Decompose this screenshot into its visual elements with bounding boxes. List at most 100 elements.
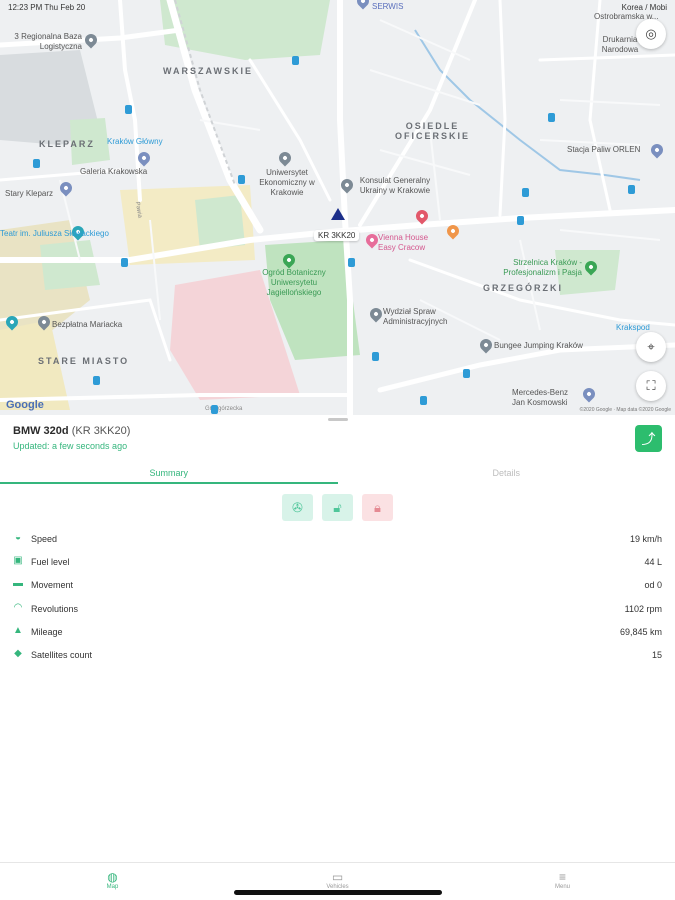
bus-stop-icon [238,175,245,184]
metric-value: od 0 [644,580,662,591]
nav-map[interactable]: ◍ Map [0,863,225,900]
engine-button[interactable]: ✇ [282,494,313,521]
metric-row: ▬ Movement od 0 [0,574,675,597]
sheet-tabs: Summary Details [0,460,675,484]
google-logo: Google [6,399,44,411]
layers-icon: ◎ [645,26,657,41]
bus-stop-icon [372,352,379,361]
satellite-icon: ◆ [14,647,22,659]
place-label: Bezpłatna Mariacka [52,320,123,329]
place-label: SERWIS [372,2,404,11]
lock-icon: 🔒︎ [374,499,381,515]
lock-button[interactable]: 🔒︎ [362,494,393,521]
bus-stop-icon [548,113,555,122]
status-indicators: Korea / Mobi [621,3,667,12]
place-label: Bungee Jumping Kraków [494,341,583,350]
place-label: Kraków Główny [107,137,163,146]
place-label: Konsulat Generalny Ukrainy w Krakowie [359,176,431,195]
vehicle-actions: ✇ 🔓︎ 🔒︎ [282,494,393,521]
place-label: Mercedes-Benz Jan Kosmowski [512,388,569,407]
unlock-button[interactable]: 🔓︎ [322,494,353,521]
metric-value: 15 [651,649,662,660]
bus-stop-icon [33,159,40,168]
bus-stop-icon [522,188,529,197]
metric-label: Movement [31,580,74,591]
metric-label: Satellites count [31,649,93,660]
district-label: STARE MIASTO [38,356,130,366]
tab-summary[interactable]: Summary [0,460,338,484]
district-label: KLEPARZ [39,139,95,149]
metrics-list: ◒ Speed 19 km/h ▣ Fuel level 44 L ▬ Move… [0,528,675,667]
metric-label: Speed [31,534,58,544]
crosshair-icon: ⌖ [647,339,655,354]
metric-label: Fuel level [31,557,70,568]
fuel-icon: ▣ [13,555,23,567]
road-icon: ▲ [13,624,23,636]
my-location-button[interactable]: ⌖ [636,332,666,362]
tab-details[interactable]: Details [338,460,675,484]
metric-label: Revolutions [31,603,79,614]
car-icon: ▬ [13,578,23,590]
bus-stop-icon [292,56,299,65]
district-label: OSIEDLE OFICERSKIE [395,121,471,141]
map-view[interactable]: WARSZAWSKIE OSIEDLE OFICERSKIE KLEPARZ G… [0,0,675,415]
bus-stop-icon [121,258,128,267]
bus-stop-icon [93,376,100,385]
place-label: Strzelnica Kraków - Profesjonalizm i Pas… [503,258,582,277]
bus-stop-icon [517,216,524,225]
place-label: Teatr im. Juliusza Słowackiego [0,229,109,238]
gauge-icon: ◠ [13,601,23,613]
vehicle-marker-icon[interactable] [331,208,345,220]
district-label: WARSZAWSKIE [163,66,254,76]
place-label: Ogród Botaniczny Uniwersytetu Jagiellońs… [262,268,326,297]
metric-value: 1102 rpm [624,603,662,614]
metric-row: ▲ Mileage 69,845 km [0,621,675,644]
layers-button[interactable]: ◎ [636,19,666,49]
place-label: 3 Regionalna Baza Logistyczna [14,32,82,51]
place-label: Vienna House Easy Cracow [378,233,429,252]
metric-row: ▣ Fuel level 44 L [0,551,675,574]
vehicle-name: BMW 320d [13,425,69,437]
bus-stop-icon [125,105,132,114]
place-label: Galeria Krakowska [80,167,148,176]
fit-bounds-button[interactable]: ⛶ [636,371,666,401]
metric-value: 69,845 km [619,626,662,637]
bus-stop-icon [420,396,427,405]
route-icon: ⤴ [641,430,656,447]
metric-value: 19 km/h [629,534,662,544]
focus-icon: ⛶ [646,378,656,393]
vehicle-icon: ▭ [331,870,344,884]
place-label: Krakspod [616,323,650,332]
vehicle-plate: (KR 3KK20) [71,425,131,437]
nav-menu[interactable]: ≡ Menu [450,863,675,900]
metric-row: ◠ Revolutions 1102 rpm [0,598,675,621]
bus-stop-icon [628,185,635,194]
metric-value: 44 L [644,557,662,568]
bus-stop-icon [211,405,218,414]
metric-label: Mileage [31,626,63,637]
updated-timestamp: Updated: a few seconds ago [13,441,128,451]
metric-row: ◒ Speed 19 km/h [0,528,675,551]
vehicle-plate-tag[interactable]: KR 3KK20 [314,230,360,241]
map-attribution[interactable]: ©2020 Google · Map data ©2020 Google [580,407,671,413]
metric-row: ◆ Satellites count 15 [0,644,675,667]
unlock-icon: 🔓︎ [333,499,342,515]
globe-icon: ◍ [107,870,118,884]
nav-label: Menu [554,884,570,890]
speed-icon: ◒ [14,532,22,543]
nav-label: Map [106,884,119,890]
place-label: Uniwersytet Ekonomiczny w Krakowie [259,168,315,197]
status-time: 12:23 PM Thu Feb 20 [8,3,86,12]
sheet-grabber[interactable] [328,418,348,421]
steering-wheel-icon: ✇ [292,499,303,515]
home-indicator [234,890,442,895]
bus-stop-icon [348,258,355,267]
place-label: Stacja Paliw ORLEN [567,145,641,154]
route-button[interactable]: ⤴ [635,425,662,452]
bus-stop-icon [463,369,470,378]
menu-icon: ≡ [558,870,566,884]
place-label: Wydział Spraw Administracyjnych [383,307,448,326]
vehicle-title: BMW 320d (KR 3KK20) [13,425,130,437]
place-label: Stary Kleparz [5,189,54,198]
district-label: GRZEGÓRZKI [483,283,563,293]
